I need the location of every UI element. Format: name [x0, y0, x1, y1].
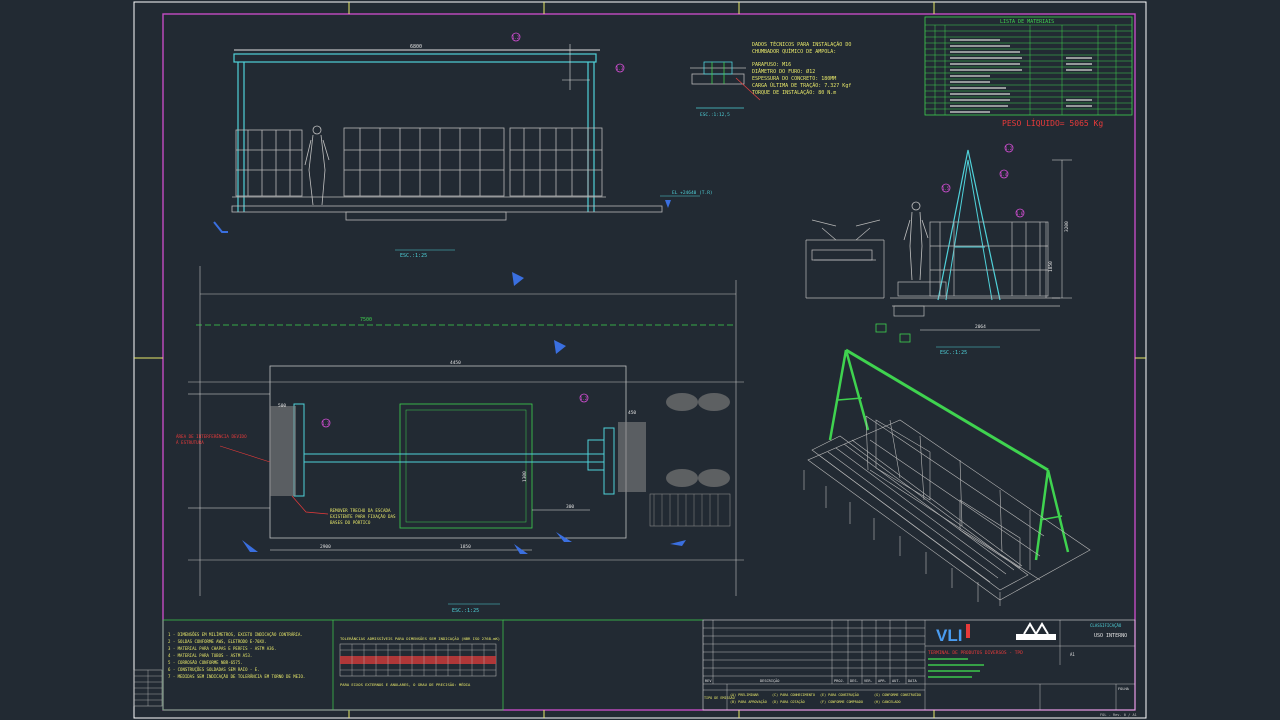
- dim-plan-450: 450: [628, 410, 636, 416]
- dim-top-length: 6800: [410, 44, 422, 50]
- side-elevation-view[interactable]: 3200 1850 2064 ESC.:1:25: [805, 149, 1072, 356]
- net-weight: PESO LÍQUIDO= 5065 Kg: [1002, 117, 1103, 128]
- svg-text:(F) CONFORME COMPRADO: (F) CONFORME COMPRADO: [820, 700, 863, 704]
- classification-label: CLASSIFICAÇÃO: [1090, 623, 1122, 628]
- side-view-scale: ESC.:1:25: [940, 350, 967, 356]
- sheet-border: [162, 13, 1136, 711]
- svg-text:7 - MEDIDAS SEM INDICAÇÃO DE T: 7 - MEDIDAS SEM INDICAÇÃO DE TOLERÂNCIA …: [168, 674, 305, 679]
- rev-col-ver: VER.: [864, 679, 873, 683]
- dim-plan-500: 500: [278, 403, 286, 409]
- svg-text:(C) PARA CONHECIMENTO: (C) PARA CONHECIMENTO: [772, 693, 815, 697]
- dim-plan-inner: 1300: [522, 471, 528, 482]
- stair-removal-note: REMOVER TRECHO DA ESCADA EXISTENTE PARA …: [330, 508, 396, 525]
- anchor-detail-view[interactable]: ESC.:1:12,5: [690, 61, 761, 118]
- title-block[interactable]: VLI CLASSIFICAÇÃO USO INTERNO TERMINAL D…: [702, 619, 1137, 717]
- balloon-1-5[interactable]: 1.5: [941, 183, 951, 193]
- balloon-1-2[interactable]: 1.2: [511, 32, 521, 42]
- isometric-view[interactable]: [803, 348, 1091, 606]
- balloon-1-2-side[interactable]: 1.2: [1004, 143, 1014, 153]
- svg-text:2 - SOLDAS CONFORME AWS, ELETR: 2 - SOLDAS CONFORME AWS, ELETRODO E-70XX…: [168, 639, 267, 644]
- interference-note: ÁREA DE INTERFERÊNCIA DEVIDO À ESTRUTURA: [176, 434, 247, 445]
- svg-text:ÁREA DE INTERFERÊNCIA DEVIDO: ÁREA DE INTERFERÊNCIA DEVIDO: [176, 434, 247, 439]
- svg-text:1 - DIMENSÕES EM MILÍMETROS, E: 1 - DIMENSÕES EM MILÍMETROS, EXCETO INDI…: [168, 632, 303, 637]
- rev-col-data: DATA: [908, 679, 917, 683]
- rev-col-desc: DESCRIÇÃO: [760, 678, 779, 683]
- balloon-1-6[interactable]: 1.6: [1015, 208, 1025, 218]
- rev-col-apr: APR.: [878, 679, 887, 683]
- svg-text:5 - CORROSÃO CONFORME NBR-6575: 5 - CORROSÃO CONFORME NBR-6575.: [168, 660, 243, 665]
- tolerance-table: TOLERÂNCIAS ADMISSÍVEIS PARA DIMENSÕES S…: [339, 636, 500, 687]
- dim-plan-left: 2900: [320, 544, 331, 550]
- plan-view-scale: ESC.:1:25: [452, 608, 479, 614]
- sheet-footer: FOL - Rev. 0 / A1: [1100, 713, 1137, 717]
- cad-drawing-canvas[interactable]: 6800 EL +24640 (T.R) ESC.:1:25 1.2 1.3 E…: [0, 0, 1280, 720]
- balloon-plan-1-3[interactable]: 1.3: [321, 418, 331, 428]
- svg-text:(B) PARA APROVAÇÃO: (B) PARA APROVAÇÃO: [730, 699, 767, 704]
- svg-text:PARAFUSO: M16: PARAFUSO: M16: [752, 62, 791, 68]
- classification-value: USO INTERNO: [1094, 633, 1127, 639]
- project-title: TERMINAL DE PRODUTOS DIVERSOS - TPD: [928, 650, 1023, 656]
- front-view-scale: ESC.:1:25: [400, 253, 427, 259]
- svg-text:1.5: 1.5: [942, 186, 950, 191]
- vli-logo: VLI: [936, 626, 962, 645]
- balloon-1-4[interactable]: 1.4: [999, 169, 1009, 179]
- sheet-label: FOLHA: [1118, 687, 1130, 691]
- dim-plan-300: 300: [566, 504, 574, 510]
- rev-col-rev: REV: [705, 679, 712, 683]
- dim-plan-mid: 1850: [460, 544, 471, 550]
- detail-scale: ESC.:1:12,5: [700, 112, 730, 118]
- svg-text:CARGA ÚLTIMA DE TRAÇÃO: 7.327: CARGA ÚLTIMA DE TRAÇÃO: 7.327 Kgf: [752, 82, 851, 89]
- svg-text:EXISTENTE PARA FIXAÇÃO DAS: EXISTENTE PARA FIXAÇÃO DAS: [330, 514, 396, 519]
- svg-text:1.6: 1.6: [1016, 211, 1024, 216]
- svg-text:(G) CONFORME CONSTRUÍDO: (G) CONFORME CONSTRUÍDO: [874, 692, 921, 697]
- dim-plan-overall: 7500: [360, 317, 372, 323]
- svg-text:1.3: 1.3: [322, 421, 330, 426]
- svg-text:3 - MATERIAL PARA CHAPAS E PER: 3 - MATERIAL PARA CHAPAS E PERFIS - ASTM…: [168, 646, 276, 651]
- rev-col-aut: AUT.: [892, 679, 901, 683]
- svg-text:6 - CONSTRUÇÕES SOLDADAS SEM R: 6 - CONSTRUÇÕES SOLDADAS SEM RAIO - E.: [168, 667, 260, 672]
- svg-text:PARA EIXOS EXTERNOS E ANULARES: PARA EIXOS EXTERNOS E ANULARES, O GRAU D…: [340, 682, 471, 687]
- dim-plan-width: 4450: [450, 360, 461, 366]
- side-person-figure: [903, 201, 929, 281]
- dim-side-height2: 1850: [1048, 261, 1054, 272]
- rev-col-des: DES.: [850, 679, 859, 683]
- plan-view[interactable]: 7500 4450 2900 1850 1300 300 500 450 ÁRE…: [176, 266, 744, 614]
- svg-text:TOLERÂNCIAS ADMISSÍVEIS PARA D: TOLERÂNCIAS ADMISSÍVEIS PARA DIMENSÕES S…: [340, 636, 500, 641]
- svg-text:1.2: 1.2: [1005, 146, 1013, 151]
- rev-col-proj: PROJ.: [834, 679, 845, 683]
- svg-text:(E) PARA CONSTRUÇÃO: (E) PARA CONSTRUÇÃO: [820, 692, 859, 697]
- svg-text:CHUMBADOR QUÍMICO DE AMPOLA:: CHUMBADOR QUÍMICO DE AMPOLA:: [752, 47, 836, 55]
- front-elevation-view[interactable]: 6800 EL +24640 (T.R) ESC.:1:25: [213, 44, 713, 259]
- bom-title: LISTA DE MATERIAIS: [1000, 19, 1054, 25]
- person-figure: [304, 125, 330, 206]
- svg-text:(H) CANCELADO: (H) CANCELADO: [874, 700, 901, 704]
- svg-text:BASES DO PÓRTICO: BASES DO PÓRTICO: [330, 520, 371, 525]
- general-notes-panel: 1 - DIMENSÕES EM MILÍMETROS, EXCETO INDI…: [133, 619, 703, 711]
- svg-text:REMOVER TRECHO DA ESCADA: REMOVER TRECHO DA ESCADA: [330, 508, 391, 513]
- svg-text:DADOS TÉCNICOS PARA INSTALAÇÃO: DADOS TÉCNICOS PARA INSTALAÇÃO DO: [752, 40, 851, 48]
- svg-text:(D) PARA COTAÇÃO: (D) PARA COTAÇÃO: [772, 699, 805, 704]
- balloon-1-3[interactable]: 1.3: [615, 63, 625, 73]
- zone-ticks: [134, 2, 1146, 718]
- contractor-logo: [1016, 622, 1056, 640]
- svg-text:ESPESSURA DO CONCRETO: 180MM: ESPESSURA DO CONCRETO: 180MM: [752, 76, 836, 82]
- dim-side-base: 2064: [975, 324, 986, 330]
- anchor-technical-note: DADOS TÉCNICOS PARA INSTALAÇÃO DO CHUMBA…: [752, 40, 851, 96]
- bill-of-materials-table[interactable]: LISTA DE MATERIAIS PESO LÍQUIDO= 5065 Kg: [924, 16, 1133, 128]
- elevation-label: EL +24640 (T.R): [672, 190, 713, 196]
- sheet-outer-frame: [133, 1, 1147, 719]
- dim-side-height: 3200: [1064, 221, 1070, 232]
- balloon-plan-1-2[interactable]: 1.2: [579, 393, 589, 403]
- svg-text:1.4: 1.4: [1000, 172, 1008, 177]
- sheet-size: A1: [1070, 652, 1075, 657]
- svg-text:1.2: 1.2: [512, 35, 520, 40]
- svg-text:À ESTRUTURA: À ESTRUTURA: [176, 440, 204, 445]
- svg-text:1.2: 1.2: [580, 396, 588, 401]
- svg-text:(A) PRELIMINAR: (A) PRELIMINAR: [730, 693, 760, 697]
- svg-text:TORQUE DE INSTALAÇÃO: 80 N.m: TORQUE DE INSTALAÇÃO: 80 N.m: [752, 89, 836, 96]
- svg-text:1.3: 1.3: [616, 66, 624, 71]
- svg-text:DIÂMETRO DO FURO: Ø12: DIÂMETRO DO FURO: Ø12: [752, 68, 815, 75]
- svg-text:4 - MATERIAL PARA TUBOS - ASTM: 4 - MATERIAL PARA TUBOS - ASTM A53.: [168, 653, 252, 658]
